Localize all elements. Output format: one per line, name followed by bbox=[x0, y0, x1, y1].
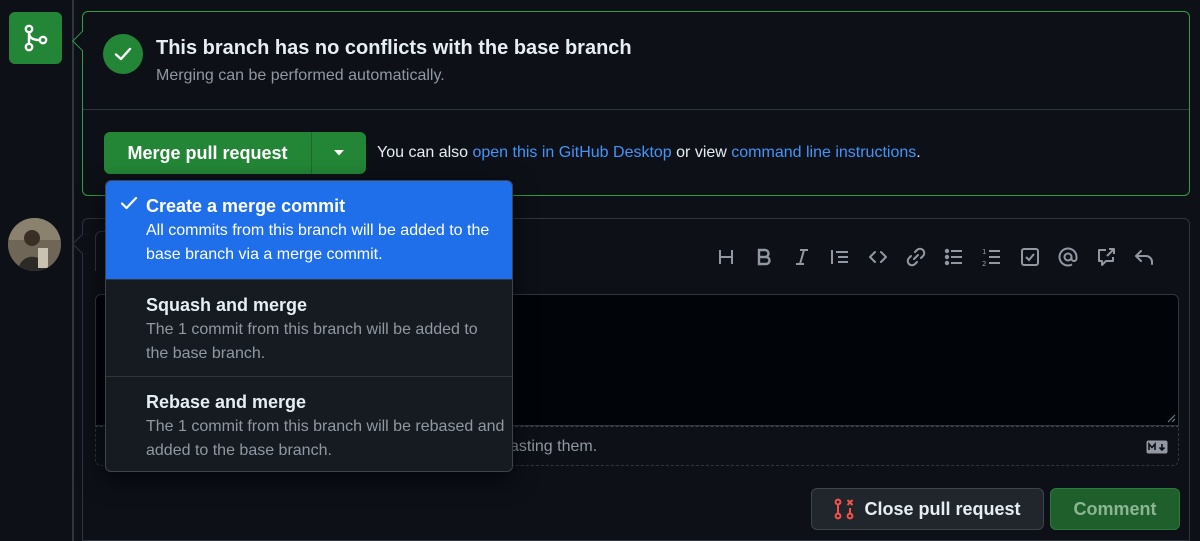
markdown-icon bbox=[1146, 440, 1168, 454]
check-circle-icon bbox=[103, 34, 143, 74]
menu-item-title: Rebase and merge bbox=[146, 392, 307, 412]
svg-text:2: 2 bbox=[982, 260, 986, 268]
or-view-text: or view bbox=[671, 144, 732, 161]
command-line-instructions-link[interactable]: command line instructions bbox=[731, 144, 916, 161]
pull-request-closed-icon bbox=[835, 498, 854, 520]
menu-item-description: The 1 commit from this branch will be re… bbox=[146, 418, 505, 459]
merge-method-dropdown-button[interactable] bbox=[312, 132, 366, 174]
comment-button[interactable]: Comment bbox=[1050, 488, 1180, 530]
merge-status-header: This branch has no conflicts with the ba… bbox=[83, 12, 1189, 110]
reference-icon[interactable] bbox=[1093, 244, 1119, 270]
merge-status-title: This branch has no conflicts with the ba… bbox=[156, 37, 632, 59]
alternative-merge-text: You can also open this in GitHub Desktop… bbox=[377, 144, 921, 162]
task-list-icon[interactable] bbox=[1017, 244, 1043, 270]
github-desktop-link[interactable]: open this in GitHub Desktop bbox=[472, 144, 671, 161]
menu-item-title: Create a merge commit bbox=[146, 196, 346, 216]
menu-item-create-merge-commit[interactable]: Create a merge commit All commits from t… bbox=[106, 181, 512, 279]
merge-status-subtitle: Merging can be performed automatically. bbox=[156, 67, 445, 84]
menu-item-description: The 1 commit from this branch will be ad… bbox=[146, 321, 478, 362]
mention-icon[interactable] bbox=[1055, 244, 1081, 270]
attach-hint-text: asting them. bbox=[510, 438, 598, 455]
italic-icon[interactable] bbox=[789, 244, 815, 270]
menu-item-title: Squash and merge bbox=[146, 295, 308, 315]
quote-icon[interactable] bbox=[827, 244, 853, 270]
triangle-down-icon bbox=[334, 150, 344, 156]
merge-pull-request-button[interactable]: Merge pull request bbox=[104, 132, 312, 174]
check-icon bbox=[120, 196, 138, 210]
sentence-end: . bbox=[916, 144, 921, 161]
box-pointer bbox=[72, 234, 92, 254]
merge-method-menu: Create a merge commit All commits from t… bbox=[105, 180, 513, 472]
close-button-label: Close pull request bbox=[864, 498, 1021, 519]
also-prefix: You can also bbox=[377, 144, 473, 161]
menu-item-squash-and-merge[interactable]: Squash and merge The 1 commit from this … bbox=[106, 279, 512, 376]
resize-handle-icon[interactable] bbox=[1166, 413, 1176, 423]
reply-icon[interactable] bbox=[1131, 244, 1157, 270]
unordered-list-icon[interactable] bbox=[941, 244, 967, 270]
code-icon[interactable] bbox=[865, 244, 891, 270]
timeline-line bbox=[72, 0, 74, 541]
user-avatar[interactable] bbox=[8, 218, 61, 271]
close-pull-request-button[interactable]: Close pull request bbox=[811, 488, 1044, 530]
menu-item-description: All commits from this branch will be add… bbox=[146, 222, 490, 263]
heading-icon[interactable] bbox=[713, 244, 739, 270]
git-merge-icon bbox=[9, 12, 62, 64]
merge-button-group: Merge pull request bbox=[104, 132, 366, 174]
menu-item-rebase-and-merge[interactable]: Rebase and merge The 1 commit from this … bbox=[106, 376, 512, 471]
bold-icon[interactable] bbox=[751, 244, 777, 270]
markdown-toolbar: 12 bbox=[713, 244, 1169, 270]
link-icon[interactable] bbox=[903, 244, 929, 270]
merge-status-box: This branch has no conflicts with the ba… bbox=[72, 11, 1190, 196]
svg-text:1: 1 bbox=[982, 248, 986, 256]
ordered-list-icon[interactable]: 12 bbox=[979, 244, 1005, 270]
